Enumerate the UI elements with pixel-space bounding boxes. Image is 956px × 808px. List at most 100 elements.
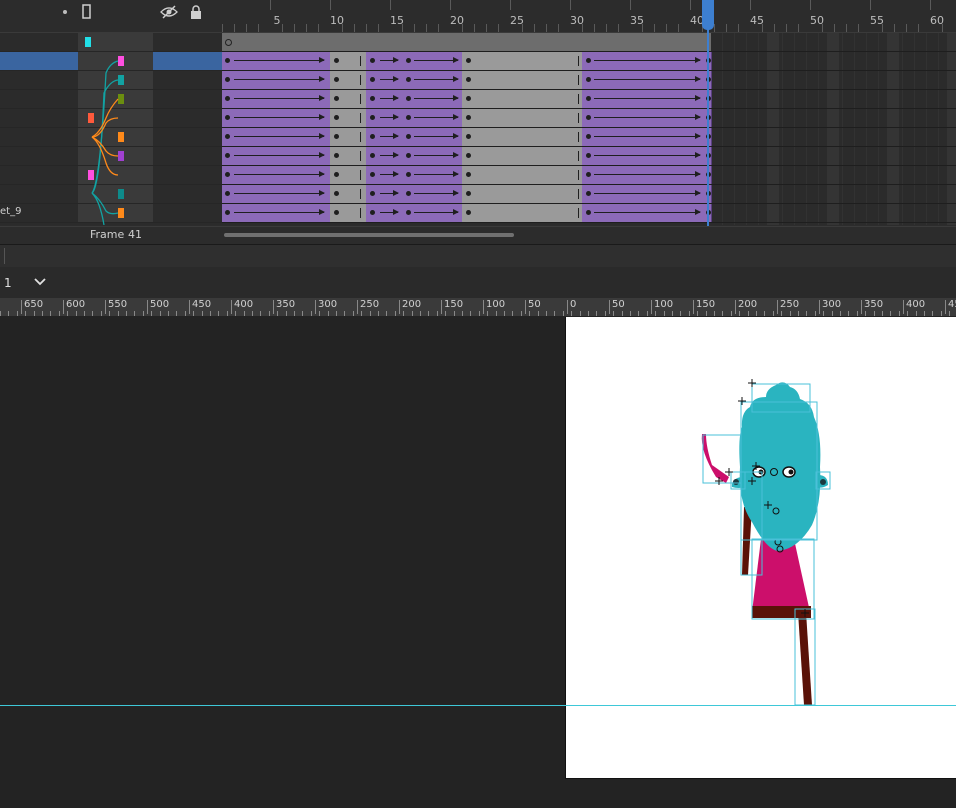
keyframe[interactable] (466, 191, 471, 196)
frame-row[interactable] (222, 109, 956, 128)
outline-icon[interactable] (82, 4, 92, 20)
scene-select-value[interactable]: 1 (4, 276, 12, 290)
keyframe[interactable] (334, 210, 339, 215)
keyframe[interactable] (466, 96, 471, 101)
keyframe[interactable] (334, 153, 339, 158)
layer-extra-cell[interactable] (153, 128, 222, 146)
keyframe[interactable] (370, 191, 375, 196)
frame-row[interactable] (222, 147, 956, 166)
layer-color-swatch[interactable] (118, 75, 124, 85)
layer-extra-cell[interactable] (153, 204, 222, 222)
keyframe[interactable] (466, 153, 471, 158)
keyframe[interactable] (466, 210, 471, 215)
frame-row[interactable] (222, 185, 956, 204)
layer-color-swatch[interactable] (118, 189, 124, 199)
layer-color-swatch[interactable] (85, 37, 91, 47)
frames-grid[interactable] (222, 33, 956, 225)
stage-canvas[interactable] (565, 317, 956, 779)
frame-row[interactable] (222, 33, 956, 52)
keyframe[interactable] (406, 115, 411, 120)
keyframe[interactable] (334, 96, 339, 101)
keyframe[interactable] (586, 172, 591, 177)
keyframe[interactable] (225, 134, 230, 139)
keyframe[interactable] (370, 210, 375, 215)
keyframe[interactable] (225, 172, 230, 177)
frame-ruler[interactable]: 5 10 15 20 25 30 35 40 45 50 55 60 (222, 0, 956, 33)
layer-name-cell[interactable] (0, 33, 78, 51)
keyframe[interactable] (370, 96, 375, 101)
keyframe[interactable] (406, 191, 411, 196)
layer-extra-cell[interactable] (153, 185, 222, 203)
frame-row[interactable] (222, 71, 956, 90)
keyframe[interactable] (370, 58, 375, 63)
hide-eye-icon[interactable] (160, 4, 178, 20)
keyframe[interactable] (225, 191, 230, 196)
keyframe[interactable] (466, 172, 471, 177)
keyframe[interactable] (334, 115, 339, 120)
keyframe[interactable] (406, 58, 411, 63)
keyframe[interactable] (406, 77, 411, 82)
keyframe[interactable] (334, 134, 339, 139)
layer-color-swatch[interactable] (88, 170, 94, 180)
layer-row[interactable] (0, 147, 222, 166)
layer-color-swatch[interactable] (88, 113, 94, 123)
layer-name-cell[interactable]: et_9 (0, 204, 78, 222)
layer-extra-cell[interactable] (153, 147, 222, 165)
layer-name-cell[interactable] (0, 185, 78, 203)
layer-extra-cell[interactable] (153, 109, 222, 127)
keyframe[interactable] (406, 172, 411, 177)
keyframe[interactable] (466, 134, 471, 139)
layer-color-swatch[interactable] (118, 208, 124, 218)
layer-row[interactable] (0, 71, 222, 90)
horizontal-guide[interactable] (0, 705, 956, 706)
keyframe[interactable] (586, 191, 591, 196)
keyframe[interactable] (406, 134, 411, 139)
keyframe[interactable] (225, 96, 230, 101)
keyframe[interactable] (466, 77, 471, 82)
keyframe[interactable] (225, 210, 230, 215)
layer-row[interactable] (0, 128, 222, 147)
layer-extra-cell[interactable] (153, 33, 222, 51)
frame-row[interactable] (222, 90, 956, 109)
layer-row[interactable] (0, 33, 222, 52)
layer-color-swatch[interactable] (118, 132, 124, 142)
keyframe[interactable] (225, 58, 230, 63)
keyframe[interactable] (334, 191, 339, 196)
empty-keyframe[interactable] (225, 39, 232, 46)
layer-name-cell[interactable] (0, 52, 78, 70)
layer-name-cell[interactable] (0, 90, 78, 108)
keyframe[interactable] (586, 134, 591, 139)
keyframe[interactable] (586, 115, 591, 120)
keyframe[interactable] (370, 77, 375, 82)
keyframe[interactable] (334, 58, 339, 63)
layer-extra-cell[interactable] (153, 52, 222, 70)
layer-extra-cell[interactable] (153, 71, 222, 89)
frame-row[interactable] (222, 52, 956, 71)
layer-name-cell[interactable] (0, 109, 78, 127)
frame-value[interactable]: 41 (128, 228, 142, 241)
keyframe[interactable] (406, 153, 411, 158)
keyframe[interactable] (370, 115, 375, 120)
layer-name-cell[interactable] (0, 71, 78, 89)
keyframe[interactable] (586, 96, 591, 101)
keyframe[interactable] (370, 153, 375, 158)
layer-row[interactable]: et_9 (0, 204, 222, 223)
layer-color-swatch[interactable] (118, 56, 124, 66)
keyframe[interactable] (225, 153, 230, 158)
keyframe[interactable] (586, 58, 591, 63)
keyframe[interactable] (370, 172, 375, 177)
layer-extra-cell[interactable] (153, 166, 222, 184)
keyframe[interactable] (406, 96, 411, 101)
layer-extra-cell[interactable] (153, 90, 222, 108)
frame-row[interactable] (222, 128, 956, 147)
layer-row[interactable] (0, 90, 222, 109)
character-artwork[interactable] (566, 317, 956, 778)
keyframe[interactable] (586, 77, 591, 82)
keyframe[interactable] (586, 210, 591, 215)
layer-row[interactable] (0, 185, 222, 204)
layer-color-swatch[interactable] (118, 151, 124, 161)
keyframe[interactable] (225, 77, 230, 82)
chevron-down-icon[interactable] (34, 278, 46, 286)
keyframe[interactable] (225, 115, 230, 120)
dot-icon[interactable] (61, 8, 69, 16)
